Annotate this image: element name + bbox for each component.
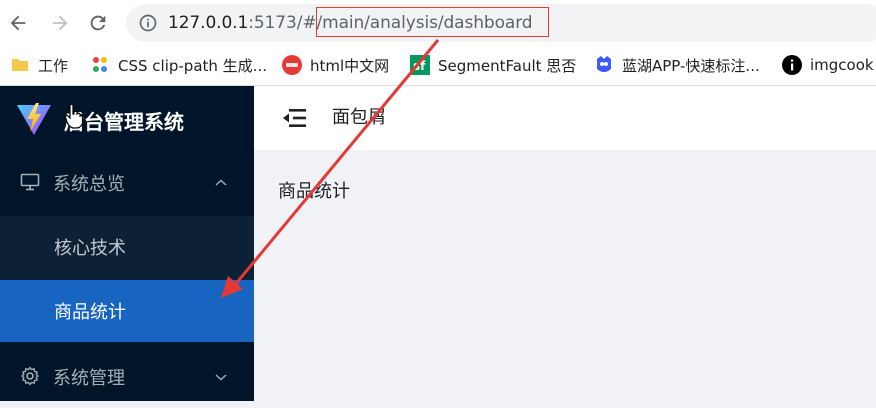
url-host: 127.0.0.1 <box>168 13 249 33</box>
chevron-down-icon <box>215 374 227 381</box>
bookmark-html-cn[interactable]: html中文网 <box>282 46 389 84</box>
url-path-highlight-box <box>316 7 549 37</box>
bookmark-imgcook[interactable]: imgcook <box>782 46 874 84</box>
sidebar: 后台管理系统 系统总览 核心技术 商品统计 系统管理 <box>0 86 254 401</box>
bookmark-folder-work[interactable]: 工作 <box>10 46 68 84</box>
main-content: 商品统计 <box>254 150 876 401</box>
arrow-left-icon <box>10 15 26 31</box>
bookmark-label: 工作 <box>38 56 69 75</box>
monitor-icon <box>20 173 40 191</box>
menu-label: 系统总览 <box>53 174 125 195</box>
bookmark-label: html中文网 <box>310 56 390 75</box>
segmentfault-logo-icon: sf <box>410 55 430 75</box>
site-info-icon[interactable] <box>138 13 158 33</box>
menu-system-overview[interactable]: 系统总览 <box>0 152 254 214</box>
url-port-hash: :5173/#/ <box>248 13 323 33</box>
bookmark-css-clip-path[interactable]: CSS clip-path 生成... <box>90 46 267 84</box>
lanhu-logo-icon <box>594 55 614 75</box>
vite-logo-icon <box>17 103 51 135</box>
chevron-up-icon <box>215 179 227 186</box>
breadcrumb: 面包屑 <box>332 107 386 128</box>
menu-label: 商品统计 <box>54 302 126 323</box>
bookmark-label: SegmentFault 思否 <box>438 56 577 75</box>
menu-label: 核心技术 <box>54 238 126 259</box>
bookmark-label: imgcook <box>810 56 874 74</box>
bookmark-label: CSS clip-path 生成... <box>118 56 267 75</box>
forward-button[interactable] <box>48 11 72 35</box>
svg-text:sf: sf <box>413 59 426 73</box>
browser-toolbar: 127.0.0.1:5173/#/main/analysis/dashboard <box>0 0 876 46</box>
menu-fold-icon[interactable] <box>282 107 308 129</box>
back-button[interactable] <box>6 11 30 35</box>
arrow-right-icon <box>52 15 68 31</box>
dots-logo-icon <box>90 55 110 75</box>
menu-system-management[interactable]: 系统管理 <box>0 346 254 408</box>
page-title: 商品统计 <box>278 181 350 202</box>
reload-button[interactable] <box>86 11 110 35</box>
logo-row[interactable]: 后台管理系统 <box>0 86 254 152</box>
hand-pointer-cursor-icon <box>64 103 84 129</box>
folder-icon <box>10 55 30 75</box>
html-logo-icon <box>282 55 302 75</box>
menu-item-core-tech[interactable]: 核心技术 <box>0 216 254 278</box>
gear-icon <box>21 366 39 386</box>
info-circle-icon <box>782 55 802 75</box>
menu-label: 系统管理 <box>53 368 125 389</box>
bookmark-segmentfault[interactable]: sf SegmentFault 思否 <box>410 46 576 84</box>
bookmark-label: 蓝湖APP-快速标注... <box>622 56 760 75</box>
bookmarks-bar: 工作 CSS clip-path 生成... html中文网 sf Segmen… <box>0 46 876 86</box>
menu-item-product-stats[interactable]: 商品统计 <box>0 280 254 342</box>
app-header: 面包屑 <box>254 86 876 150</box>
bookmark-lanhu[interactable]: 蓝湖APP-快速标注... <box>594 46 760 84</box>
reload-icon <box>90 15 106 31</box>
